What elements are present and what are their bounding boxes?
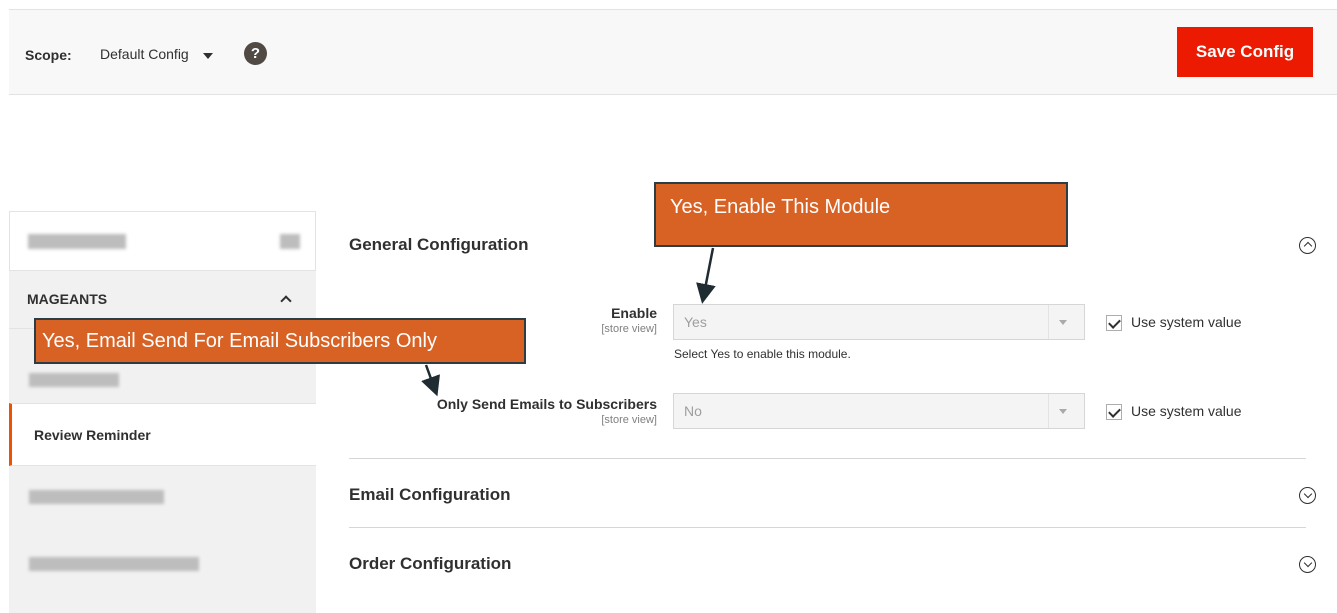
annotation-arrows: [421, 247, 716, 397]
subscribers-arrow: [421, 364, 440, 397]
enable-arrow: [696, 247, 716, 304]
